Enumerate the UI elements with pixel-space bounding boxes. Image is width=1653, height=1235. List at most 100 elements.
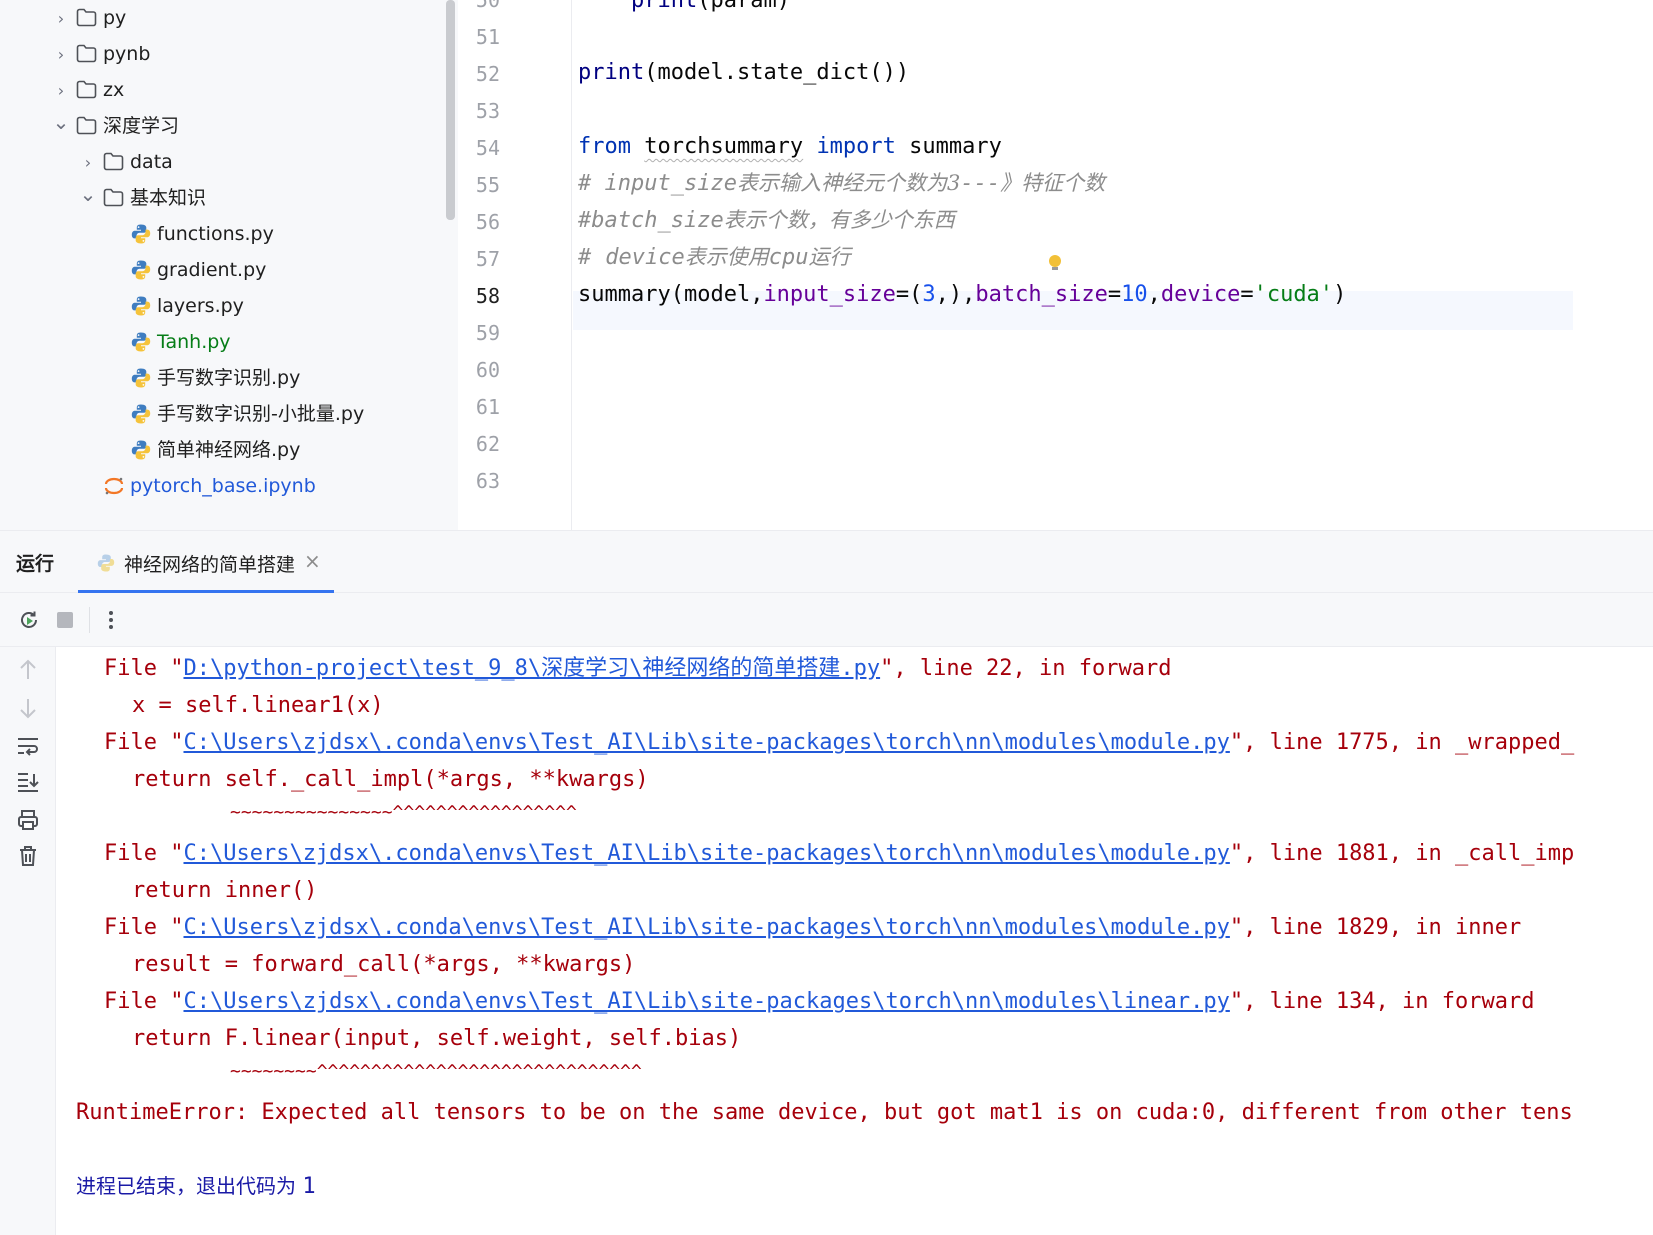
- console-line: result = forward_call(*args, **kwargs): [132, 952, 636, 977]
- tree-item-label: py: [103, 7, 127, 29]
- file-link[interactable]: C:\Users\zjdsx\.conda\envs\Test_AI\Lib\s…: [183, 915, 1229, 940]
- tree-item[interactable]: layers.py: [0, 288, 444, 324]
- scroll-to-end-icon[interactable]: [15, 769, 41, 795]
- code-line-50[interactable]: print(param): [578, 0, 790, 20]
- tree-item-label: zx: [103, 79, 125, 101]
- tree-item[interactable]: functions.py: [0, 216, 444, 252]
- run-header: 运行 神经网络的简单搭建 ×: [0, 531, 1653, 593]
- folder-icon: [103, 152, 124, 171]
- chevron-right-icon[interactable]: ›: [77, 144, 99, 180]
- tree-item[interactable]: › py: [0, 0, 444, 36]
- console-line: return inner(): [132, 878, 318, 903]
- arrow-down-icon[interactable]: [15, 695, 41, 721]
- console-line: ~~~~~~~~~~~~~~~^^^^^^^^^^^^^^^^^: [230, 802, 577, 823]
- line-number[interactable]: 55: [460, 166, 500, 205]
- file-link[interactable]: D:\python-project\test_9_8\深度学习\神经网络的简单搭…: [183, 656, 880, 681]
- console-line: File "C:\Users\zjdsx\.conda\envs\Test_AI…: [104, 989, 1535, 1014]
- rerun-icon[interactable]: [16, 607, 42, 633]
- python-file-icon: [130, 295, 152, 317]
- tree-item[interactable]: 手写数字识别.py: [0, 360, 444, 396]
- tree-item[interactable]: gradient.py: [0, 252, 444, 288]
- soft-wrap-icon[interactable]: [15, 733, 41, 759]
- tree-item[interactable]: 手写数字识别-小批量.py: [0, 396, 444, 432]
- tree-item[interactable]: ⌄ 深度学习: [0, 108, 444, 144]
- tree-item-label: 基本知识: [130, 187, 207, 209]
- code-line-57[interactable]: # device表示使用cpu运行: [578, 238, 850, 277]
- project-tree-panel: › py › pynb › zx ⌄ 深度学习 › data ⌄ 基本知识 functions.py gr…: [0, 0, 458, 530]
- tree-item[interactable]: › data: [0, 144, 444, 180]
- chevron-down-icon[interactable]: ⌄: [77, 176, 99, 212]
- stop-icon[interactable]: [52, 607, 78, 633]
- tree-item[interactable]: 简单神经网络.py: [0, 432, 444, 468]
- file-link[interactable]: C:\Users\zjdsx\.conda\envs\Test_AI\Lib\s…: [183, 730, 1229, 755]
- line-number[interactable]: 59: [460, 314, 500, 353]
- clear-all-icon[interactable]: [15, 843, 41, 869]
- code-line-58[interactable]: summary(model,input_size=(3,),batch_size…: [578, 275, 1346, 314]
- line-number[interactable]: 56: [460, 203, 500, 242]
- line-number[interactable]: 53: [460, 92, 500, 131]
- run-tab[interactable]: 神经网络的简单搭建 ×: [78, 531, 334, 593]
- intention-bulb-icon[interactable]: [1048, 255, 1062, 271]
- line-number[interactable]: 60: [460, 351, 500, 390]
- line-number[interactable]: 61: [460, 388, 500, 427]
- runtime-error-line: RuntimeError: Expected all tensors to be…: [76, 1100, 1573, 1125]
- python-file-icon: [130, 403, 152, 425]
- console-line: x = self.linear1(x): [132, 693, 384, 718]
- run-toolbar: [0, 593, 1653, 647]
- line-number[interactable]: 51: [460, 18, 500, 57]
- line-number[interactable]: 58: [460, 277, 500, 316]
- tree-item-label: layers.py: [157, 295, 244, 317]
- run-tab-label: 神经网络的简单搭建: [124, 554, 296, 576]
- more-options-icon[interactable]: [98, 607, 124, 633]
- file-link[interactable]: C:\Users\zjdsx\.conda\envs\Test_AI\Lib\s…: [183, 841, 1229, 866]
- chevron-right-icon[interactable]: ›: [50, 36, 72, 72]
- line-number[interactable]: 50: [460, 0, 500, 20]
- console-line: File "C:\Users\zjdsx\.conda\envs\Test_AI…: [104, 730, 1575, 755]
- print-icon[interactable]: [15, 807, 41, 833]
- jupyter-notebook-icon: [103, 475, 125, 497]
- code-line-54[interactable]: from torchsummary import summary: [578, 127, 1002, 166]
- python-file-icon: [130, 259, 152, 281]
- python-file-icon: [130, 367, 152, 389]
- console-output[interactable]: File "D:\python-project\test_9_8\深度学习\神经…: [56, 647, 1653, 1235]
- tree-scrollbar-thumb[interactable]: [446, 0, 455, 220]
- run-side-toolbar: [0, 647, 56, 1235]
- chevron-right-icon[interactable]: ›: [50, 72, 72, 108]
- code-line-52[interactable]: print(model.state_dict()): [578, 53, 909, 92]
- close-icon[interactable]: ×: [304, 549, 321, 573]
- folder-icon: [76, 80, 97, 99]
- tree-item[interactable]: Tanh.py: [0, 324, 444, 360]
- run-tool-window: 运行 神经网络的简单搭建 × File "D:\python-project\t…: [0, 530, 1653, 1235]
- folder-icon: [76, 116, 97, 135]
- code-line-55[interactable]: # input_size表示输入神经元个数为3---》特征个数: [578, 164, 1105, 203]
- file-link[interactable]: C:\Users\zjdsx\.conda\envs\Test_AI\Lib\s…: [183, 989, 1229, 1014]
- line-number[interactable]: 62: [460, 425, 500, 464]
- tree-item-label: gradient.py: [157, 259, 267, 281]
- run-panel-title: 运行: [16, 553, 55, 575]
- line-number[interactable]: 57: [460, 240, 500, 279]
- console-line: ~~~~~~~~^^^^^^^^^^^^^^^^^^^^^^^^^^^^^^: [230, 1061, 642, 1082]
- line-number[interactable]: 63: [460, 462, 500, 501]
- python-file-icon: [130, 223, 152, 245]
- python-file-icon: [130, 331, 152, 353]
- tree-item-label: 手写数字识别.py: [157, 367, 301, 389]
- folder-icon: [103, 188, 124, 207]
- tree-item-label: 简单神经网络.py: [157, 439, 301, 461]
- console-line: File "D:\python-project\test_9_8\深度学习\神经…: [104, 656, 1172, 681]
- folder-icon: [76, 8, 97, 27]
- tree-item-label: pytorch_base.ipynb: [130, 475, 316, 497]
- tree-item[interactable]: ⌄ 基本知识: [0, 180, 444, 216]
- chevron-down-icon[interactable]: ⌄: [50, 104, 72, 140]
- code-editor[interactable]: 50 51 52 53 54 55 56 57 58 59 60 61 62 63 print(param…: [460, 0, 1653, 530]
- tree-item[interactable]: › pynb: [0, 36, 444, 72]
- tree-item[interactable]: pytorch_base.ipynb: [0, 468, 444, 504]
- line-number[interactable]: 52: [460, 55, 500, 94]
- tree-item-label: pynb: [103, 43, 151, 65]
- tree-item-label: Tanh.py: [157, 331, 231, 353]
- code-line-56[interactable]: #batch_size表示个数，有多少个东西: [578, 201, 955, 240]
- tree-item[interactable]: › zx: [0, 72, 444, 108]
- arrow-up-icon[interactable]: [15, 657, 41, 683]
- chevron-right-icon[interactable]: ›: [50, 0, 72, 36]
- line-number[interactable]: 54: [460, 129, 500, 168]
- console-line: File "C:\Users\zjdsx\.conda\envs\Test_AI…: [104, 915, 1522, 940]
